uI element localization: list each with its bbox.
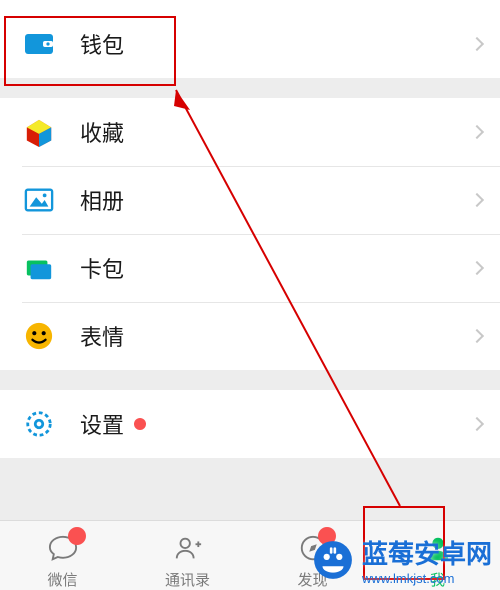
menu-item-label: 相册 — [80, 184, 124, 216]
menu-item-label: 卡包 — [80, 252, 124, 284]
menu-item-label: 设置 — [80, 408, 124, 440]
tab-badge — [318, 527, 336, 545]
menu-item-wallet[interactable]: 钱包 — [0, 10, 500, 78]
album-icon — [22, 183, 56, 217]
tab-discover[interactable]: 发现 — [250, 521, 375, 590]
tab-label: 我 — [430, 569, 445, 590]
bottom-tabbar: 微信 通讯录 发现 我 — [0, 520, 500, 590]
menu-item-album[interactable]: 相册 — [0, 166, 500, 234]
chevron-right-icon — [470, 417, 484, 431]
menu-item-label: 收藏 — [80, 116, 124, 148]
favorites-icon — [22, 115, 56, 149]
menu-item-label: 表情 — [80, 320, 124, 352]
menu-group-wallet: 钱包 — [0, 10, 500, 78]
menu-item-cards[interactable]: 卡包 — [0, 234, 500, 302]
chevron-right-icon — [470, 329, 484, 343]
sticker-icon — [22, 319, 56, 353]
menu-item-stickers[interactable]: 表情 — [0, 302, 500, 370]
wallet-icon — [22, 27, 56, 61]
menu-item-favorites[interactable]: 收藏 — [0, 98, 500, 166]
tab-label: 通讯录 — [165, 569, 210, 590]
chevron-right-icon — [470, 37, 484, 51]
me-icon — [421, 531, 455, 565]
tab-contacts[interactable]: 通讯录 — [125, 521, 250, 590]
menu-group-main: 收藏 相册 卡包 表情 — [0, 98, 500, 370]
menu-item-label: 钱包 — [80, 28, 124, 60]
tab-badge — [68, 527, 86, 545]
menu-group-settings: 设置 — [0, 390, 500, 458]
contacts-icon — [171, 531, 205, 565]
settings-icon — [22, 407, 56, 441]
tab-label: 微信 — [47, 569, 77, 590]
notification-dot — [134, 418, 146, 430]
tab-me[interactable]: 我 — [375, 521, 500, 590]
me-tab-screen: 钱包 收藏 相册 卡包 — [0, 10, 500, 590]
chevron-right-icon — [470, 125, 484, 139]
cards-icon — [22, 251, 56, 285]
tab-label: 发现 — [297, 569, 327, 590]
menu-item-settings[interactable]: 设置 — [0, 390, 500, 458]
chevron-right-icon — [470, 193, 484, 207]
chevron-right-icon — [470, 261, 484, 275]
tab-chats[interactable]: 微信 — [0, 521, 125, 590]
